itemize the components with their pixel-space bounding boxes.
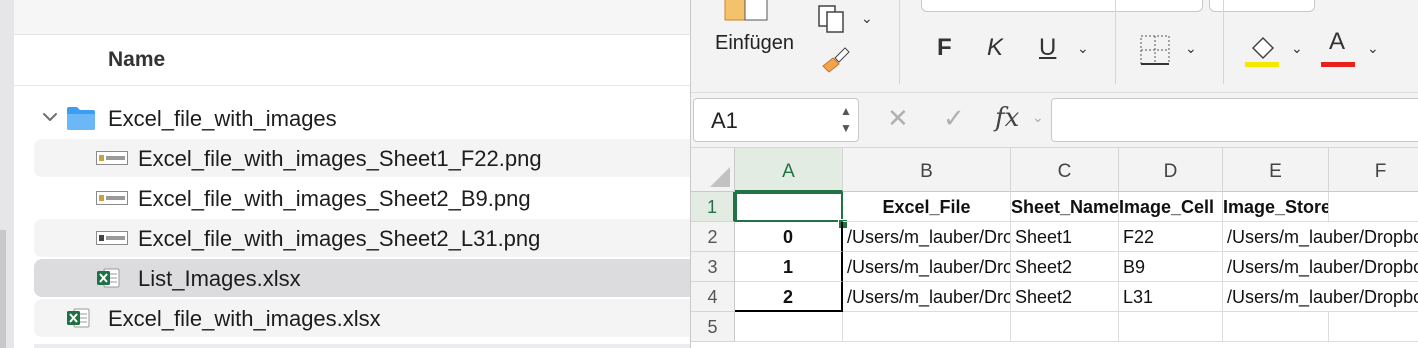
- cell-e1[interactable]: Image_Stored_Path: [1223, 192, 1329, 222]
- png-image-icon: [96, 231, 128, 245]
- column-header-d[interactable]: D: [1119, 148, 1223, 192]
- column-header-c[interactable]: C: [1011, 148, 1119, 192]
- paste-button-label[interactable]: Einfügen: [715, 32, 794, 55]
- bold-button[interactable]: F: [937, 34, 952, 62]
- chevron-down-icon[interactable]: [40, 107, 60, 127]
- confirm-check-icon[interactable]: ✓: [943, 103, 965, 134]
- name-box-value: A1: [711, 108, 738, 133]
- fill-color-icon[interactable]: [1245, 32, 1281, 68]
- cell-a4[interactable]: 2: [735, 282, 843, 312]
- name-box-stepper-icon[interactable]: ▲ ▼: [839, 103, 853, 137]
- excel-window: Einfügen ⌄ F K U ⌄ ⌄ ⌄ A ⌄ A1 ▲ ▼ ✕ ✓ fx…: [690, 0, 1418, 348]
- column-header-e[interactable]: E: [1223, 148, 1329, 192]
- cell-c4[interactable]: Sheet2: [1011, 282, 1119, 312]
- excel-file-icon: [67, 308, 90, 328]
- row-header-2[interactable]: 2: [691, 222, 735, 252]
- column-header-b[interactable]: B: [843, 148, 1011, 192]
- cell-d3[interactable]: B9: [1119, 252, 1223, 282]
- cell-a5[interactable]: [735, 312, 843, 342]
- ribbon-divider: [1223, 0, 1224, 84]
- name-box[interactable]: A1 ▲ ▼: [693, 98, 859, 142]
- cell-b5[interactable]: [843, 312, 1011, 342]
- finder-next-row-edge: [34, 344, 690, 348]
- row-header-4[interactable]: 4: [691, 282, 735, 312]
- finder-row-png[interactable]: Excel_file_with_images_Sheet1_F22.png: [34, 139, 690, 177]
- cell-c1[interactable]: Sheet_Name: [1011, 192, 1119, 222]
- font-name-box[interactable]: [921, 0, 1203, 12]
- cell-d2[interactable]: F22: [1119, 222, 1223, 252]
- copy-icon[interactable]: [817, 4, 851, 34]
- row-header-5[interactable]: 5: [691, 312, 735, 342]
- finder-item-label: Excel_file_with_images: [108, 106, 337, 131]
- font-color-swatch: [1321, 62, 1355, 67]
- copy-dropdown-chevron-icon[interactable]: ⌄: [861, 10, 873, 27]
- finder-toolbar-edge: [14, 0, 690, 35]
- cell-e2[interactable]: /Users/m_lauber/Dropbox: [1223, 222, 1418, 252]
- font-color-dropdown-chevron-icon[interactable]: ⌄: [1367, 40, 1379, 57]
- row-header-1[interactable]: 1: [691, 192, 735, 222]
- cell-a2[interactable]: 0: [735, 222, 843, 252]
- finder-item-label: Excel_file_with_images_Sheet2_L31.png: [138, 226, 541, 251]
- font-size-box[interactable]: [1209, 0, 1315, 12]
- cell-a1-selected[interactable]: [735, 192, 843, 222]
- cell-b3[interactable]: /Users/m_lauber/Dropbox: [843, 252, 1011, 282]
- cell-f1[interactable]: [1329, 192, 1418, 222]
- paste-icon[interactable]: [723, 0, 771, 22]
- cell-b2[interactable]: /Users/m_lauber/Dropbox: [843, 222, 1011, 252]
- finder-row-xlsx[interactable]: Excel_file_with_images.xlsx: [34, 299, 690, 337]
- cell-b4[interactable]: /Users/m_lauber/Dropbox: [843, 282, 1011, 312]
- ribbon: Einfügen ⌄ F K U ⌄ ⌄ ⌄ A ⌄: [691, 0, 1418, 93]
- format-painter-icon[interactable]: [819, 44, 851, 78]
- cell-d5[interactable]: [1119, 312, 1223, 342]
- fill-color-dropdown-chevron-icon[interactable]: ⌄: [1291, 40, 1303, 57]
- finder-item-label: Excel_file_with_images_Sheet2_B9.png: [138, 186, 531, 211]
- font-color-button[interactable]: A: [1329, 28, 1345, 56]
- finder-row-png[interactable]: Excel_file_with_images_Sheet2_L31.png: [34, 219, 690, 257]
- cell-e4[interactable]: /Users/m_lauber/Dropbox: [1223, 282, 1418, 312]
- png-image-icon: [96, 191, 128, 205]
- cell-e3[interactable]: /Users/m_lauber/Dropbox: [1223, 252, 1418, 282]
- underline-dropdown-chevron-icon[interactable]: ⌄: [1077, 40, 1089, 57]
- ribbon-divider: [899, 0, 900, 84]
- borders-icon[interactable]: [1139, 34, 1171, 66]
- spreadsheet-grid: A B C D E F 1 2 3 4 5 Excel_File Sheet_N…: [691, 148, 1418, 348]
- finder-window: Name Excel_file_with_images Excel_file_w…: [0, 0, 690, 348]
- finder-row-folder[interactable]: Excel_file_with_images: [34, 99, 690, 137]
- name-column-header[interactable]: Name: [108, 48, 165, 72]
- cell-a3[interactable]: 1: [735, 252, 843, 282]
- cell-c2[interactable]: Sheet1: [1011, 222, 1119, 252]
- borders-dropdown-chevron-icon[interactable]: ⌄: [1185, 40, 1197, 57]
- finder-row-xlsx-selected[interactable]: List_Images.xlsx: [34, 259, 690, 297]
- select-all-corner[interactable]: [691, 148, 735, 192]
- italic-button[interactable]: K: [987, 34, 1003, 62]
- cell-c5[interactable]: [1011, 312, 1119, 342]
- cell-d1[interactable]: Image_Cell: [1119, 192, 1223, 222]
- folder-icon: [67, 107, 95, 130]
- ribbon-divider: [1115, 0, 1116, 84]
- finder-row-png[interactable]: Excel_file_with_images_Sheet2_B9.png: [34, 179, 690, 217]
- png-image-icon: [96, 151, 128, 165]
- formula-bar: A1 ▲ ▼ ✕ ✓ fx ⌄: [691, 93, 1418, 148]
- cell-d4[interactable]: L31: [1119, 282, 1223, 312]
- cell-f5[interactable]: [1329, 312, 1418, 342]
- cell-e5[interactable]: [1223, 312, 1329, 342]
- finder-scroll-edge: [0, 230, 6, 348]
- underline-button[interactable]: U: [1039, 34, 1056, 62]
- column-header-a[interactable]: A: [735, 148, 843, 192]
- cell-c3[interactable]: Sheet2: [1011, 252, 1119, 282]
- cell-b1[interactable]: Excel_File: [843, 192, 1011, 222]
- finder-item-label: Excel_file_with_images_Sheet1_F22.png: [138, 146, 542, 171]
- column-header-f[interactable]: F: [1329, 148, 1418, 192]
- finder-column-header[interactable]: Name: [14, 35, 690, 86]
- formula-input[interactable]: [1051, 98, 1418, 142]
- insert-function-icon[interactable]: fx: [995, 103, 1019, 133]
- cancel-x-icon[interactable]: ✕: [887, 103, 909, 134]
- function-dropdown-chevron-icon[interactable]: ⌄: [1032, 109, 1044, 126]
- excel-file-icon: [97, 268, 120, 288]
- finder-item-label: Excel_file_with_images.xlsx: [108, 306, 381, 331]
- row-header-3[interactable]: 3: [691, 252, 735, 282]
- finder-item-label: List_Images.xlsx: [138, 266, 301, 291]
